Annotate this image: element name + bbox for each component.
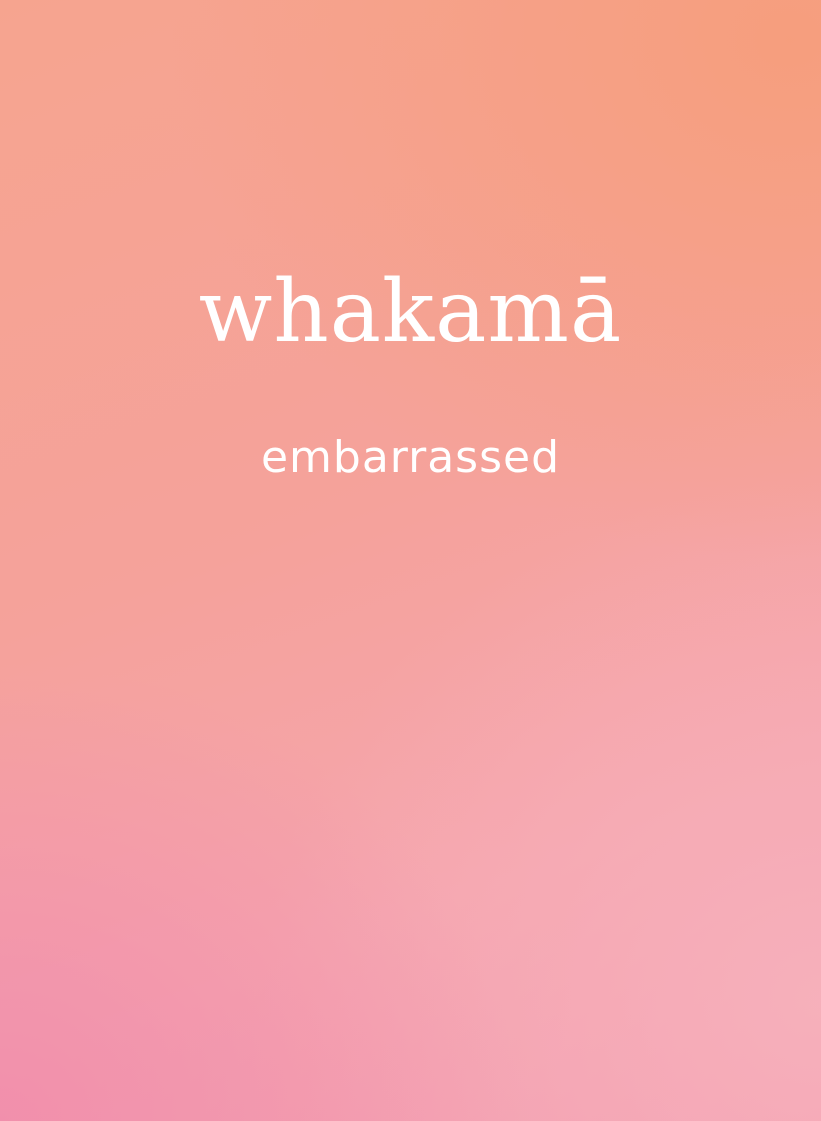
word-card: whakamā embarrassed bbox=[0, 0, 821, 1121]
english-translation: embarrassed bbox=[260, 432, 561, 483]
maori-word: whakamā bbox=[198, 262, 623, 362]
